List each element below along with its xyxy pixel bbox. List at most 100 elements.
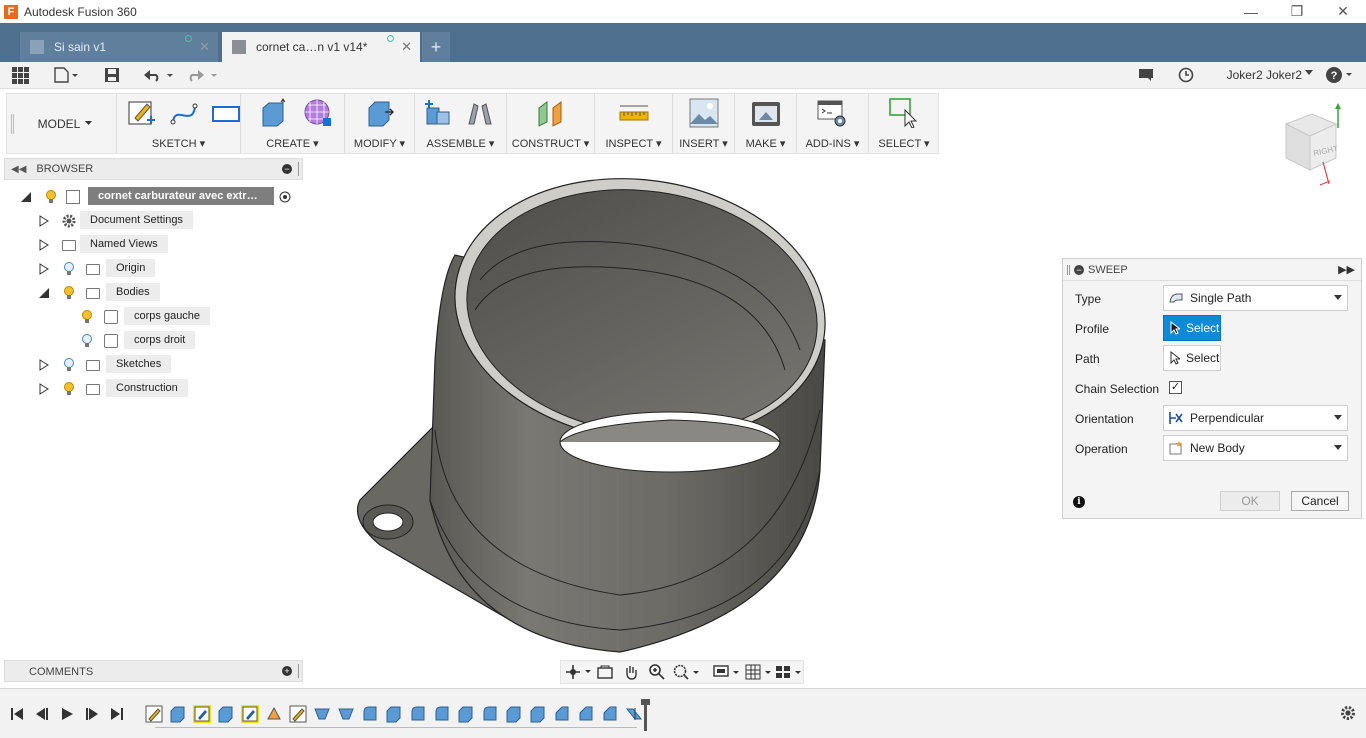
path-select-button[interactable]: Select — [1163, 345, 1221, 371]
look-at-icon[interactable] — [597, 664, 613, 680]
toolbar-grip[interactable] — [11, 114, 14, 134]
timeline-chamfer-feature[interactable] — [601, 705, 619, 723]
insert-image-icon[interactable] — [689, 98, 719, 128]
type-dropdown[interactable]: Single Path — [1163, 285, 1348, 311]
tree-item-named-views[interactable]: Named Views — [38, 235, 298, 255]
timeline-fillet-feature[interactable] — [409, 705, 427, 723]
visibility-bulb-off-icon[interactable] — [82, 334, 92, 348]
close-tab-icon[interactable]: ✕ — [199, 39, 210, 55]
timeline-extrude-feature[interactable] — [529, 705, 547, 723]
collapse-browser-icon[interactable]: ◀◀ — [11, 164, 26, 175]
timeline-sketch-feature[interactable] — [289, 705, 307, 723]
expand-arrow-icon[interactable] — [38, 215, 50, 227]
pan-hand-icon[interactable] — [623, 664, 639, 680]
chevron-down-icon[interactable] — [1305, 70, 1313, 76]
expand-arrow-icon[interactable] — [38, 359, 50, 371]
timeline-loft-feature[interactable] — [313, 705, 331, 723]
press-pull-icon[interactable] — [365, 98, 395, 128]
browser-header[interactable]: ◀◀ BROWSER − — [4, 158, 303, 180]
chain-selection-checkbox[interactable]: ✓ — [1169, 381, 1182, 394]
tree-item-corps-gauche[interactable]: corps gauche — [80, 307, 300, 327]
minimize-browser-icon[interactable]: − — [282, 164, 292, 174]
panel-grip-icon[interactable] — [298, 162, 300, 176]
save-icon[interactable] — [104, 67, 120, 83]
sketch-group[interactable]: SKETCH ▾ — [117, 94, 241, 153]
tab-cornet[interactable]: cornet ca…n v1 v14* ✕ — [222, 32, 420, 62]
spline-icon[interactable] — [169, 98, 199, 128]
comments-panel[interactable]: COMMENTS + — [4, 660, 303, 682]
minimize-button[interactable]: — — [1228, 0, 1274, 23]
zoom-window-icon[interactable] — [673, 664, 701, 680]
user-account-menu[interactable]: Joker2 Joker2 — [1227, 68, 1302, 82]
file-menu-icon[interactable] — [54, 67, 80, 83]
job-status-clock-icon[interactable] — [1178, 67, 1194, 83]
offset-plane-icon[interactable] — [536, 98, 566, 128]
tree-item-document-settings[interactable]: Document Settings — [38, 211, 298, 231]
close-tab-icon[interactable]: ✕ — [401, 39, 412, 55]
tree-root-component[interactable]: cornet carburateur avec extr… — [20, 187, 302, 207]
go-to-start-icon[interactable] — [10, 706, 24, 722]
tree-item-construction[interactable]: Construction — [38, 379, 298, 399]
timeline-extrude-feature[interactable] — [385, 705, 403, 723]
expand-arrow-icon[interactable] — [38, 239, 50, 251]
visibility-bulb-icon[interactable] — [64, 286, 74, 300]
viewports-icon[interactable] — [775, 664, 803, 680]
expand-arrow-icon[interactable] — [38, 383, 50, 395]
go-to-end-icon[interactable] — [110, 706, 124, 722]
panel-grip-icon[interactable] — [298, 664, 300, 678]
step-back-icon[interactable] — [35, 706, 49, 722]
rectangle-icon[interactable] — [211, 98, 241, 128]
visibility-bulb-off-icon[interactable] — [64, 262, 74, 276]
construct-group[interactable]: CONSTRUCT ▾ — [507, 94, 595, 153]
play-icon[interactable] — [60, 706, 74, 722]
tree-item-sketches[interactable]: Sketches — [38, 355, 298, 375]
zoom-icon[interactable] — [649, 664, 665, 680]
collapse-arrow-icon[interactable] — [20, 191, 32, 203]
form-icon[interactable] — [303, 98, 333, 128]
orientation-dropdown[interactable]: Perpendicular — [1163, 405, 1348, 431]
tree-item-origin[interactable]: Origin — [38, 259, 298, 279]
joint-icon[interactable] — [465, 98, 495, 128]
expand-dialog-icon[interactable]: ▶▶ — [1338, 263, 1355, 276]
data-panel-grid-icon[interactable] — [12, 67, 29, 84]
create-group[interactable]: CREATE ▾ — [241, 94, 345, 153]
orbit-icon[interactable] — [565, 664, 591, 680]
insert-group[interactable]: INSERT ▾ — [673, 94, 735, 153]
timeline-fillet-feature[interactable] — [481, 705, 499, 723]
timeline-chamfer-feature[interactable] — [553, 705, 571, 723]
timeline-sketch-feature-highlighted[interactable] — [193, 705, 211, 723]
timeline-extrude-feature[interactable] — [457, 705, 475, 723]
timeline-sweep-feature[interactable] — [625, 705, 643, 723]
collapse-arrow-icon[interactable] — [38, 287, 50, 299]
collapse-dialog-icon[interactable]: − — [1074, 265, 1084, 275]
redo-icon[interactable] — [187, 67, 219, 83]
3d-model-viewport[interactable] — [340, 170, 840, 660]
tree-item-bodies[interactable]: Bodies — [38, 283, 298, 303]
undo-icon[interactable] — [143, 67, 175, 83]
profile-select-button[interactable]: Select — [1163, 315, 1221, 341]
add-comment-icon[interactable]: + — [282, 666, 292, 676]
expand-arrow-icon[interactable] — [38, 263, 50, 275]
timeline-extrude-feature[interactable] — [169, 705, 187, 723]
sweep-dialog-header[interactable]: − SWEEP ▶▶ — [1063, 259, 1361, 281]
help-icon[interactable]: ? — [1326, 66, 1354, 84]
measure-ruler-icon[interactable] — [619, 98, 649, 128]
visibility-bulb-icon[interactable] — [46, 190, 56, 204]
timeline-sketch-feature-highlighted[interactable] — [241, 705, 259, 723]
operation-dropdown[interactable]: New Body — [1163, 435, 1348, 461]
create-sketch-icon[interactable] — [127, 98, 157, 128]
assemble-group[interactable]: ASSEMBLE ▾ — [415, 94, 507, 153]
timeline-chamfer-feature[interactable] — [577, 705, 595, 723]
close-window-button[interactable]: ✕ — [1320, 0, 1366, 23]
comment-icon[interactable] — [1138, 68, 1154, 82]
panel-grip-icon[interactable] — [1067, 265, 1070, 275]
display-settings-icon[interactable] — [713, 664, 741, 680]
visibility-bulb-off-icon[interactable] — [64, 358, 74, 372]
viewcube[interactable]: RIGHT — [1280, 100, 1350, 195]
cancel-button[interactable]: Cancel — [1291, 491, 1349, 511]
make-group[interactable]: MAKE ▾ — [735, 94, 797, 153]
visibility-bulb-icon[interactable] — [64, 382, 74, 396]
select-group[interactable]: SELECT ▾ — [869, 94, 939, 153]
workspace-switcher[interactable]: MODEL — [17, 94, 117, 153]
timeline-settings-gear-icon[interactable] — [1340, 705, 1356, 721]
